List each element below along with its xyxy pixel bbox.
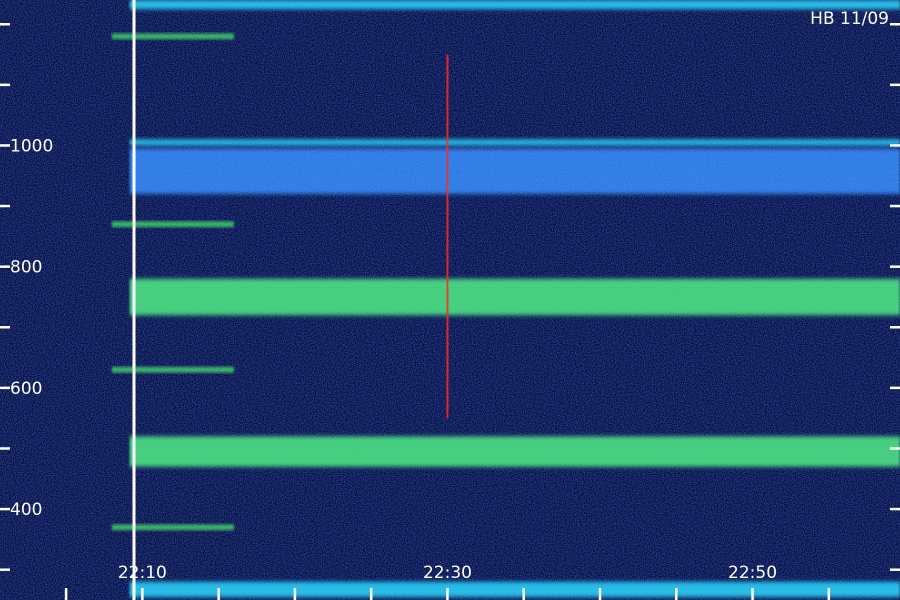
burst-line: [111, 367, 234, 372]
spectrogram-chart: 400 600 800 1000 22:10 22:30 22:50 HB 11/09: [0, 0, 900, 600]
burst-line: [111, 222, 234, 227]
y-tick-label: 400: [10, 500, 42, 520]
burst-line: [111, 34, 234, 39]
y-tick-label: 800: [10, 258, 42, 278]
burst-line: [111, 525, 234, 530]
x-tick-label: 22:30: [423, 563, 472, 583]
y-tick-label: 1000: [10, 136, 53, 156]
station-date-stamp: HB 11/09: [810, 9, 889, 29]
x-tick-label: 22:10: [118, 563, 167, 583]
y-tick-label: 600: [10, 379, 42, 399]
x-tick-label: 22:50: [728, 563, 777, 583]
